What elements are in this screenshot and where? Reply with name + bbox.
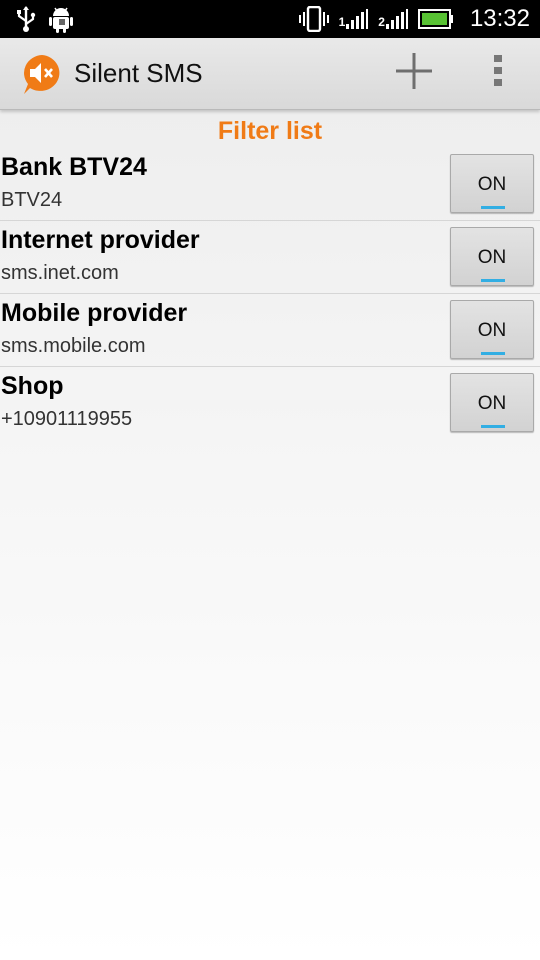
status-time: 13:32 <box>469 5 530 32</box>
item-address: sms.mobile.com <box>1 335 146 357</box>
item-name: Shop <box>1 372 64 400</box>
sim2-label: 2 <box>378 15 385 29</box>
status-bar: 1 2 13:32 <box>0 0 540 38</box>
action-bar: Silent SMS <box>0 38 540 110</box>
vibrate-icon <box>298 6 329 32</box>
list-item[interactable]: Mobile provider sms.mobile.com ON <box>0 294 540 367</box>
signal-sim2: 2 <box>378 9 408 29</box>
toggle-label: ON <box>477 320 507 341</box>
list-header: Filter list <box>217 117 323 145</box>
item-address: sms.inet.com <box>1 262 119 284</box>
battery-icon <box>417 9 454 29</box>
toggle-indicator <box>481 425 505 428</box>
signal-sim1: 1 <box>339 9 369 29</box>
toggle-button[interactable]: ON <box>450 227 534 286</box>
usb-icon <box>14 5 38 33</box>
list-item[interactable]: Internet provider sms.inet.com ON <box>0 221 540 294</box>
toggle-label: ON <box>477 393 507 414</box>
item-name: Bank BTV24 <box>1 153 147 181</box>
overflow-menu-button[interactable] <box>456 38 540 110</box>
toggle-indicator <box>481 206 505 209</box>
item-name: Internet provider <box>1 226 200 254</box>
toggle-indicator <box>481 279 505 282</box>
toggle-button[interactable]: ON <box>450 373 534 432</box>
item-address: +10901119955 <box>1 408 133 430</box>
toggle-button[interactable]: ON <box>450 154 534 213</box>
android-debug-icon <box>48 5 74 33</box>
filter-list: Bank BTV24 BTV24 ON Internet provider sm… <box>0 148 540 440</box>
toggle-button[interactable]: ON <box>450 300 534 359</box>
app-title: Silent SMS <box>74 58 203 88</box>
toggle-label: ON <box>477 174 507 195</box>
signal-sim2-icon <box>385 9 408 29</box>
item-name: Mobile provider <box>1 299 188 327</box>
add-icon <box>394 51 434 96</box>
status-left-icons <box>14 5 74 33</box>
toggle-indicator <box>481 352 505 355</box>
app-muted-speaker-icon[interactable] <box>20 52 64 96</box>
sim1-label: 1 <box>338 15 346 29</box>
overflow-menu-icon <box>492 53 504 94</box>
signal-sim1-icon <box>346 9 369 29</box>
toggle-label: ON <box>477 247 507 268</box>
list-item[interactable]: Bank BTV24 BTV24 ON <box>0 148 540 221</box>
status-right-icons: 1 2 13:32 <box>298 5 530 33</box>
list-item[interactable]: Shop +10901119955 ON <box>0 367 540 440</box>
item-address: BTV24 <box>1 189 63 211</box>
add-button[interactable] <box>372 38 456 110</box>
